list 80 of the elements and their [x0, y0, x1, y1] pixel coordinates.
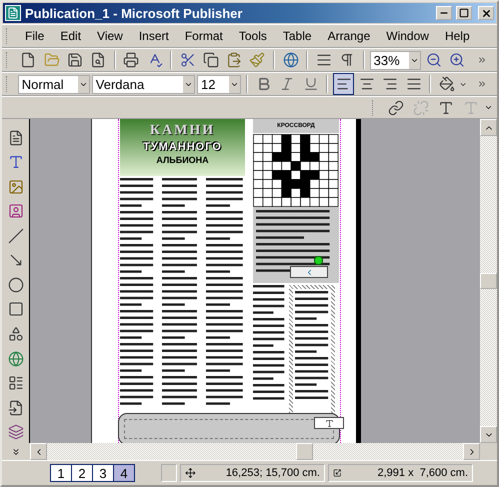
menu-item[interactable]: Table [276, 27, 319, 45]
align-icon [359, 76, 376, 92]
close-button[interactable] [478, 6, 494, 20]
menu-item[interactable]: Edit [53, 27, 88, 45]
globe-icon [8, 350, 24, 367]
page-tab[interactable]: 2 [71, 464, 93, 482]
app-icon [5, 5, 21, 21]
scroll-thumb[interactable] [296, 443, 313, 460]
scroll-thumb[interactable] [480, 273, 497, 289]
columns-icon [316, 52, 332, 68]
font-field[interactable]: Verdana [92, 74, 195, 94]
menu-item[interactable]: Insert [132, 27, 176, 45]
window-title: Publication_1 - Microsoft Publisher [25, 6, 244, 20]
menu-item[interactable]: Tools [232, 27, 274, 45]
picture-icon [8, 178, 24, 195]
wordart-icon [8, 154, 24, 170]
text-frame-icon [462, 100, 478, 116]
maximize-icon [459, 8, 469, 18]
position-text: 16,253; 15,700 cm. [226, 467, 320, 479]
globe-icon [282, 52, 299, 68]
clipboard-icon [226, 52, 242, 68]
style-field[interactable]: Normal [18, 74, 90, 94]
size-text: 2,991 x 7,600 cm. [378, 467, 468, 479]
menu-item[interactable]: Arrange [320, 27, 378, 45]
close-icon [480, 8, 492, 18]
font-size-field[interactable]: 12 [197, 74, 242, 94]
menu-item[interactable]: Window [379, 27, 436, 45]
broken-link-icon [412, 100, 428, 116]
zoom-out-icon [426, 52, 442, 68]
line-icon [8, 228, 24, 244]
text-overflow-button[interactable] [314, 417, 344, 429]
insert-page-icon [8, 400, 24, 416]
magnifier-page-icon [90, 52, 106, 68]
rotation-handle[interactable] [314, 256, 323, 265]
new-file-icon [20, 52, 36, 68]
status-panel [161, 464, 177, 482]
rectangle-icon [8, 301, 24, 318]
save-icon [66, 52, 83, 68]
heading-text: АЛЬБИОНА [156, 155, 209, 165]
bold-icon [256, 76, 272, 92]
heading-text: КАМНИ [150, 123, 216, 139]
paintbrush-icon [249, 52, 266, 68]
align-left-button[interactable] [333, 73, 354, 95]
minimize-button[interactable] [436, 6, 452, 20]
menu-item[interactable]: Format [178, 27, 230, 45]
connect-frame-button[interactable] [290, 266, 328, 278]
page-tab[interactable]: 3 [92, 464, 114, 482]
zoom-in-icon [449, 52, 466, 68]
maximize-button[interactable] [456, 6, 472, 20]
heading-text: ТУМАННОГО [143, 141, 222, 153]
text-frame-icon [438, 100, 454, 116]
align-icon [382, 76, 398, 92]
printer-icon [123, 52, 140, 68]
clip-art-icon [8, 203, 24, 220]
dropdown-icon [484, 103, 493, 112]
paint-bucket-icon [438, 76, 455, 92]
size-icon [333, 467, 342, 479]
chain-link-icon [388, 100, 404, 116]
shapes-icon [8, 326, 24, 342]
chevrons-icon [477, 79, 488, 89]
page-tab[interactable]: 4 [113, 464, 135, 482]
form-icon [8, 375, 24, 392]
menu-item[interactable]: Help [438, 27, 477, 45]
align-icon [406, 76, 422, 92]
design-gallery-icon [8, 424, 24, 440]
more-tools-icon [11, 446, 21, 456]
zoom-field[interactable]: 33% [370, 50, 422, 70]
menu-item[interactable]: File [18, 27, 52, 45]
text-box-icon [8, 130, 24, 146]
oval-icon [8, 276, 24, 293]
text-frame-icon [324, 418, 334, 428]
page-tab[interactable]: 1 [50, 464, 72, 482]
position-icon [185, 467, 196, 479]
copy-icon [202, 52, 219, 68]
align-icon [336, 76, 352, 92]
chevrons-icon [477, 55, 488, 65]
underline-icon [302, 76, 319, 92]
folder-icon [44, 52, 60, 68]
scissors-icon [180, 52, 196, 68]
menu-item[interactable]: View [90, 27, 130, 45]
